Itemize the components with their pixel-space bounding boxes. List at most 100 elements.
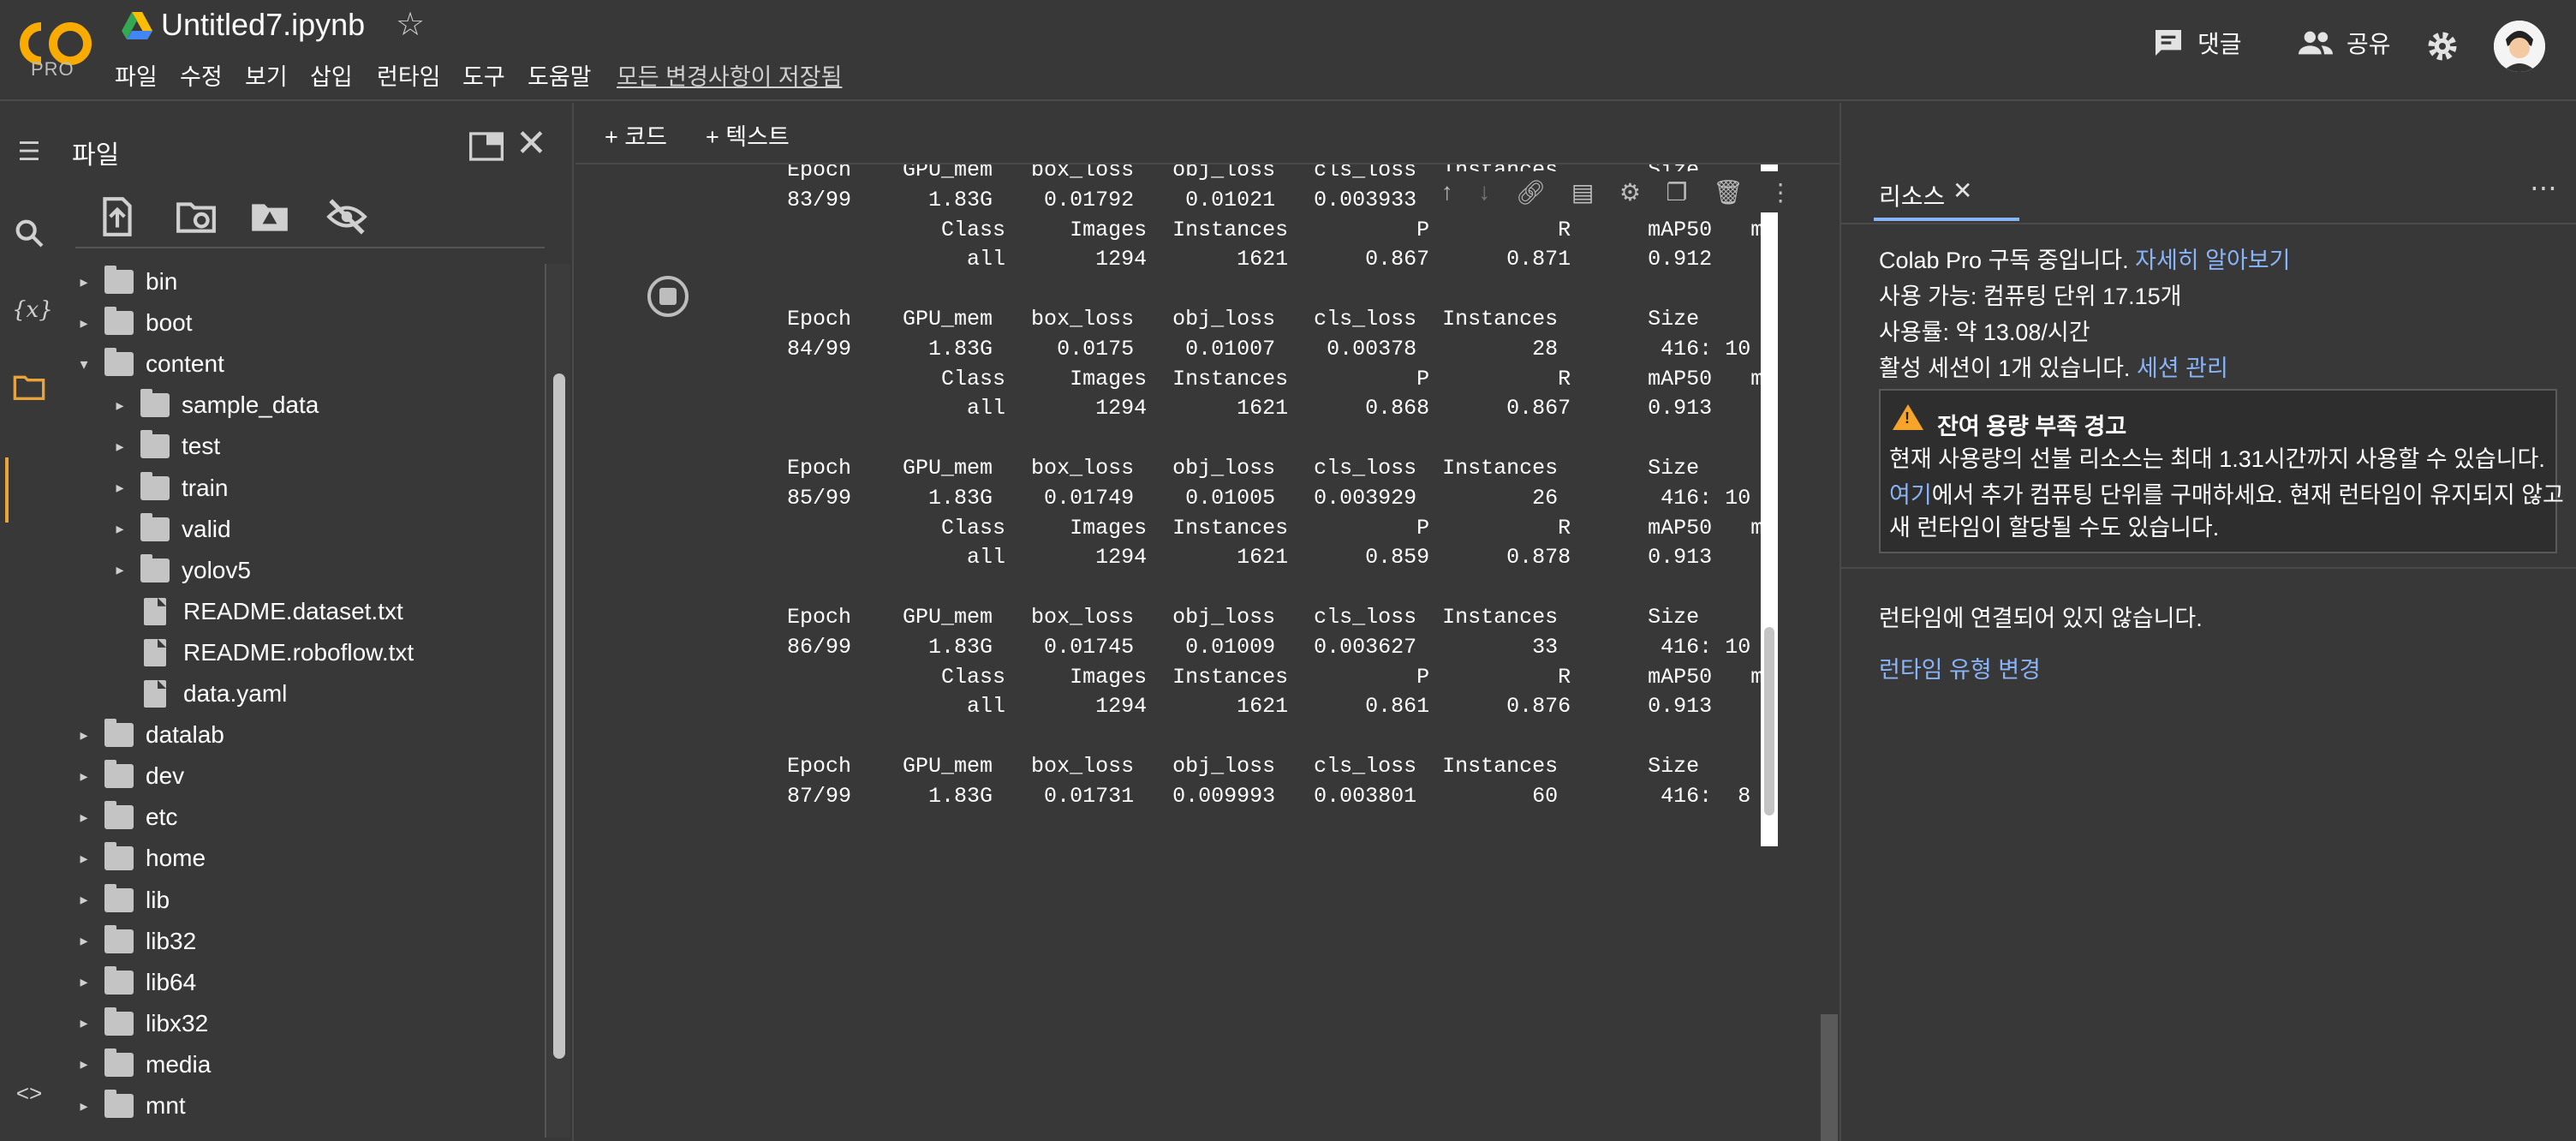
tree-folder-row[interactable]: ▸ boot	[60, 303, 540, 343]
menu-tools[interactable]: 도구	[462, 58, 505, 92]
close-icon[interactable]: ✕	[516, 122, 547, 165]
more-horiz-icon[interactable]: ⋯	[2530, 171, 2557, 204]
caret-right-icon[interactable]: ▸	[75, 1055, 92, 1073]
tree-folder-row[interactable]: ▸ datalab	[60, 715, 540, 755]
folder-icon[interactable]	[12, 370, 46, 404]
move-down-icon[interactable]: ↓	[1478, 178, 1490, 206]
tree-file-row[interactable]: README.roboflow.txt	[60, 633, 540, 672]
tab-resources[interactable]: 리소스	[1879, 178, 1945, 212]
variables-icon[interactable]: {x}	[12, 293, 53, 327]
tree-folder-row[interactable]: ▸ test	[60, 427, 540, 466]
caret-right-icon[interactable]: ▸	[75, 1097, 92, 1114]
output-scroll-thumb[interactable]	[1764, 627, 1774, 815]
delete-icon[interactable]: 🗑︎	[1713, 178, 1744, 206]
menu-file[interactable]: 파일	[115, 58, 158, 92]
tree-folder-row[interactable]: ▸ yolov5	[60, 551, 540, 590]
add-code-button[interactable]: + 코드	[605, 118, 667, 152]
tree-folder-row[interactable]: ▸ home	[60, 839, 540, 878]
caret-right-icon[interactable]: ▸	[111, 561, 128, 579]
folder-icon	[104, 801, 134, 830]
caret-down-icon[interactable]: ▾	[75, 355, 92, 373]
menu-insert[interactable]: 삽입	[310, 58, 353, 92]
tree-folder-row[interactable]: ▸ libx32	[60, 1004, 540, 1043]
mount-drive-icon[interactable]	[248, 195, 291, 238]
change-runtime-type-link[interactable]: 런타임 유형 변경	[1879, 651, 2041, 684]
tree-folder-row[interactable]: ▸ train	[60, 469, 540, 508]
cell-settings-icon[interactable]: ⚙	[1619, 178, 1641, 206]
star-icon[interactable]: ☆	[396, 5, 425, 44]
table-of-contents-icon[interactable]: ☰	[12, 135, 46, 170]
low-balance-warning: 잔여 용량 부족 경고 현재 사용량의 선불 리소스는 최대 1.31시간까지 …	[1879, 389, 2564, 553]
tree-file-row[interactable]: README.dataset.txt	[60, 592, 540, 631]
caret-right-icon[interactable]: ▸	[75, 1014, 92, 1032]
tree-folder-row[interactable]: ▸ lib64	[60, 963, 540, 1002]
notebook-title[interactable]: Untitled7.ipynb	[161, 7, 365, 43]
folder-icon	[104, 842, 134, 871]
add-text-button[interactable]: + 텍스트	[706, 118, 790, 152]
caret-right-icon[interactable]: ▸	[111, 520, 128, 538]
hide-files-icon[interactable]	[325, 195, 368, 238]
comments-button[interactable]: 댓글	[2151, 26, 2242, 60]
save-status-link[interactable]: 모든 변경사항이 저장됨	[617, 58, 842, 92]
caret-right-icon[interactable]: ▸	[75, 726, 92, 744]
tree-folder-row[interactable]: ▸ lib32	[60, 922, 540, 961]
tree-folder-row[interactable]: ▸ sample_data	[60, 385, 540, 425]
tree-folder-row[interactable]: ▸ etc	[60, 798, 540, 837]
cell-toolbar: ↑ ↓ 🔗︎ ▤ ⚙ ❐ 🗑︎ ⋮	[1428, 171, 1805, 212]
open-in-tab-icon[interactable]	[469, 132, 504, 161]
tree-folder-row[interactable]: ▸ bin	[60, 262, 540, 302]
output-vertical-scrollbar[interactable]	[1761, 164, 1778, 846]
caret-right-icon[interactable]: ▸	[111, 479, 128, 497]
caret-right-icon[interactable]: ▸	[75, 932, 92, 950]
caret-right-icon[interactable]: ▸	[75, 314, 92, 332]
here-link[interactable]: 여기	[1889, 482, 1932, 508]
files-scrollbar[interactable]	[545, 264, 570, 1138]
tree-folder-row[interactable]: ▸ media	[60, 1045, 540, 1084]
tree-caret-placeholder	[111, 603, 128, 620]
folder-icon	[104, 1007, 134, 1036]
notebook-scrollbar[interactable]	[1821, 1014, 1838, 1141]
training-log: Epoch GPU_mem box_loss obj_loss cls_loss…	[787, 164, 1762, 809]
tree-folder-row[interactable]: ▸ valid	[60, 510, 540, 549]
menu-runtime[interactable]: 런타임	[377, 58, 441, 92]
user-avatar[interactable]	[2494, 21, 2545, 72]
stop-execution-button[interactable]	[647, 276, 689, 317]
caret-right-icon[interactable]: ▸	[75, 768, 92, 785]
caret-right-icon[interactable]: ▸	[75, 973, 92, 991]
more-vert-icon[interactable]: ⋮	[1768, 178, 1792, 206]
search-icon[interactable]	[12, 216, 46, 250]
tree-folder-row[interactable]: ▸ dev	[60, 756, 540, 796]
move-up-icon[interactable]: ↑	[1441, 178, 1453, 206]
mirror-cell-icon[interactable]: ❐	[1666, 178, 1687, 206]
code-snippets-icon[interactable]: <>	[12, 1076, 46, 1110]
learn-more-link[interactable]: 자세히 알아보기	[2135, 248, 2290, 273]
gear-icon[interactable]	[2424, 27, 2461, 65]
menu-view[interactable]: 보기	[245, 58, 288, 92]
caret-right-icon[interactable]: ▸	[111, 397, 128, 414]
tree-item-label: datalab	[146, 721, 224, 749]
caret-right-icon[interactable]: ▸	[75, 809, 92, 826]
share-button[interactable]: 공유	[2297, 26, 2391, 60]
tree-folder-row[interactable]: ▾ content	[60, 344, 540, 384]
files-scrollbar-thumb[interactable]	[553, 373, 565, 1059]
caret-right-icon[interactable]: ▸	[75, 273, 92, 290]
tree-folder-row[interactable]: ▸ lib	[60, 881, 540, 920]
caret-right-icon[interactable]: ▸	[75, 850, 92, 867]
link-icon[interactable]: 🔗︎	[1516, 178, 1547, 206]
menu-edit[interactable]: 수정	[180, 58, 223, 92]
tree-folder-row[interactable]: ▸ mnt	[60, 1086, 540, 1126]
file-icon	[144, 680, 166, 708]
upload-icon[interactable]	[96, 195, 139, 238]
tree-file-row[interactable]: data.yaml	[60, 674, 540, 714]
warning-line-2: 여기에서 추가 컴퓨팅 단위를 구매하세요. 현재 런타임이 유지되지 않고	[1889, 476, 2564, 510]
menu-help[interactable]: 도움말	[528, 58, 592, 92]
folder-icon	[140, 389, 170, 418]
manage-sessions-link[interactable]: 세션 관리	[2137, 355, 2228, 381]
caret-right-icon[interactable]: ▸	[111, 438, 128, 455]
caret-right-icon[interactable]: ▸	[75, 891, 92, 909]
close-tab-icon[interactable]: ✕	[1953, 176, 1972, 205]
file-icon	[144, 638, 166, 666]
tree-item-label: lib64	[146, 968, 197, 995]
refresh-folder-icon[interactable]	[175, 195, 218, 238]
comment-cell-icon[interactable]: ▤	[1571, 178, 1594, 206]
